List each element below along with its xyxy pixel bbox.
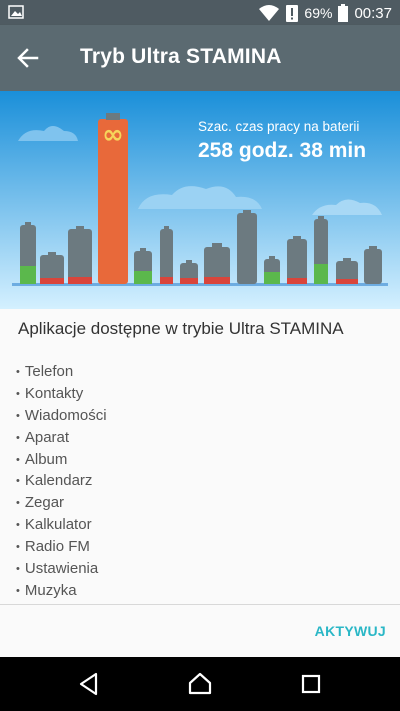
footer: AKTYWUJ: [0, 605, 400, 657]
list-item: Kalkulator: [16, 514, 107, 536]
battery-estimate-banner: ∞ Szac. czas pracy na baterii 258 godz. …: [0, 91, 400, 309]
list-item: Radio FM: [16, 536, 107, 558]
image-icon: [8, 5, 24, 19]
section-heading: Aplikacje dostępne w trybie Ultra STAMIN…: [18, 319, 344, 338]
page-title: Tryb Ultra STAMINA: [80, 45, 282, 68]
battery-icon: [338, 4, 349, 22]
list-item: Ustawienia: [16, 558, 107, 580]
available-apps-section: Aplikacje dostępne w trybie Ultra STAMIN…: [0, 309, 400, 605]
list-item: Kontakty: [16, 383, 107, 405]
app-bar: Tryb Ultra STAMINA: [0, 25, 400, 91]
arrow-back-icon[interactable]: [14, 44, 42, 72]
home-icon[interactable]: [187, 671, 213, 697]
status-bar: 69% 00:37: [0, 0, 400, 25]
estimate-value: 258 godz. 38 min: [198, 139, 367, 162]
list-item: Telefon: [16, 361, 107, 383]
battery-percent: 69%: [304, 5, 333, 21]
back-triangle-icon[interactable]: [76, 671, 102, 697]
alert-icon: [286, 5, 299, 22]
infinity-icon: ∞: [102, 120, 124, 150]
list-item: Wiadomości: [16, 405, 107, 427]
clock: 00:37: [354, 4, 392, 22]
list-item: Album: [16, 449, 107, 471]
apps-list: Telefon Kontakty Wiadomości Aparat Album…: [16, 361, 107, 602]
list-item: Aparat: [16, 427, 107, 449]
list-item: Zegar: [16, 492, 107, 514]
wifi-icon: [259, 5, 280, 21]
estimate-label: Szac. czas pracy na baterii: [198, 119, 360, 134]
recents-icon[interactable]: [298, 671, 324, 697]
activate-button[interactable]: AKTYWUJ: [315, 623, 386, 639]
list-item: Muzyka: [16, 580, 107, 602]
list-item: Kalendarz: [16, 470, 107, 492]
navigation-bar: [0, 657, 400, 711]
